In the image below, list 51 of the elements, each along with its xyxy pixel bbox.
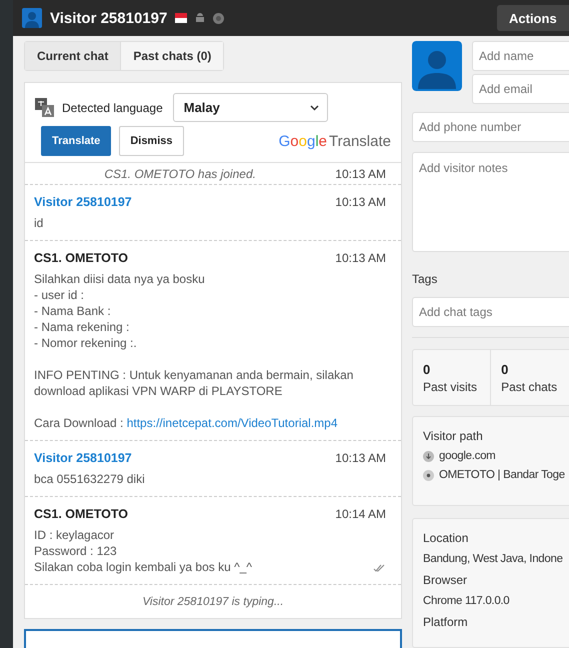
visitor-path-title: Visitor path <box>423 429 484 443</box>
detail-value: Chrome 117.0.0.0 <box>423 595 510 607</box>
notes-field[interactable]: Add visitor notes <box>412 152 569 252</box>
message-text: id <box>34 215 44 231</box>
tags-label: Tags <box>412 272 438 286</box>
visitor-avatar-icon <box>22 8 42 28</box>
arrow-down-icon <box>423 450 434 462</box>
message-author: CS1. OMETOTO <box>34 507 128 521</box>
stat-value: 0 <box>423 362 432 377</box>
avatar-silhouette-icon <box>412 41 462 91</box>
dismiss-button[interactable]: Dismiss <box>119 126 184 156</box>
message-text: bca 0551632279 diki <box>34 471 145 487</box>
reply-field[interactable] <box>24 628 402 648</box>
detected-language-label: Detected language <box>62 100 163 114</box>
flag-icon <box>175 13 188 23</box>
read-receipt-icon <box>373 564 385 572</box>
phone-field[interactable]: Add phone number <box>412 112 569 142</box>
detail-label: Location <box>423 531 470 545</box>
message-author: Visitor 25810197 <box>34 451 132 465</box>
name-field[interactable]: Add name <box>472 41 569 71</box>
actions-button[interactable]: Actions <box>497 5 569 31</box>
typing-indicator: Visitor 25810197 is typing... <box>141 595 285 608</box>
message-author: Visitor 25810197 <box>34 195 132 209</box>
message-link[interactable]: https://inetcepat.com/VideoTutorial.mp4 <box>126 416 338 430</box>
message-time: 10:13 AM <box>335 195 386 209</box>
email-field[interactable]: Add email <box>472 74 569 104</box>
message-time: 10:13 AM <box>335 451 386 465</box>
chat-tab[interactable]: Current chat <box>25 42 122 70</box>
path-entry: google.com <box>439 450 496 462</box>
message-time: 10:13 AM <box>335 166 386 180</box>
stat-value: 0 <box>501 362 510 377</box>
system-message: CS1. OMETOTO has joined. <box>103 166 257 180</box>
translate-icon <box>35 98 54 117</box>
message-text: ID : keylagacor Password : 123 Silakan coba login kembali ya bos ku ^_^ <box>34 527 252 575</box>
language-select[interactable]: Malay <box>172 93 328 122</box>
message-time: 10:13 AM <box>335 251 386 265</box>
tags-field[interactable]: Add chat tags <box>412 297 569 327</box>
translate-button[interactable]: Translate <box>41 126 112 156</box>
message-time: 10:14 AM <box>335 507 386 521</box>
stat-label: Past visits <box>423 380 478 394</box>
message-text: Silahkan diisi data nya ya bosku - user id : - Nama Bank : - Nama rekening : - Nomor rekening :. INFO PENTING : Untuk kenyamanan anda bermain, silakan download aplikasi VPN WARP di PLAYSTORE Cara Download : https://inetcepat.com/VideoTutorial.mp4 <box>34 271 354 431</box>
stat-label: Past chats <box>501 380 558 394</box>
window-title: Visitor 25810197 <box>50 10 168 26</box>
path-entry: OMETOTO | Bandar Toge <box>439 469 565 481</box>
message-author: CS1. OMETOTO <box>34 251 128 265</box>
detail-label: Browser <box>423 573 468 587</box>
browser-icon <box>213 12 224 24</box>
google-translate-logo: GoogleTranslate <box>278 132 391 150</box>
dot-icon <box>423 470 434 480</box>
chevron-down-icon <box>310 104 319 110</box>
detail-label: Platform <box>423 615 469 629</box>
